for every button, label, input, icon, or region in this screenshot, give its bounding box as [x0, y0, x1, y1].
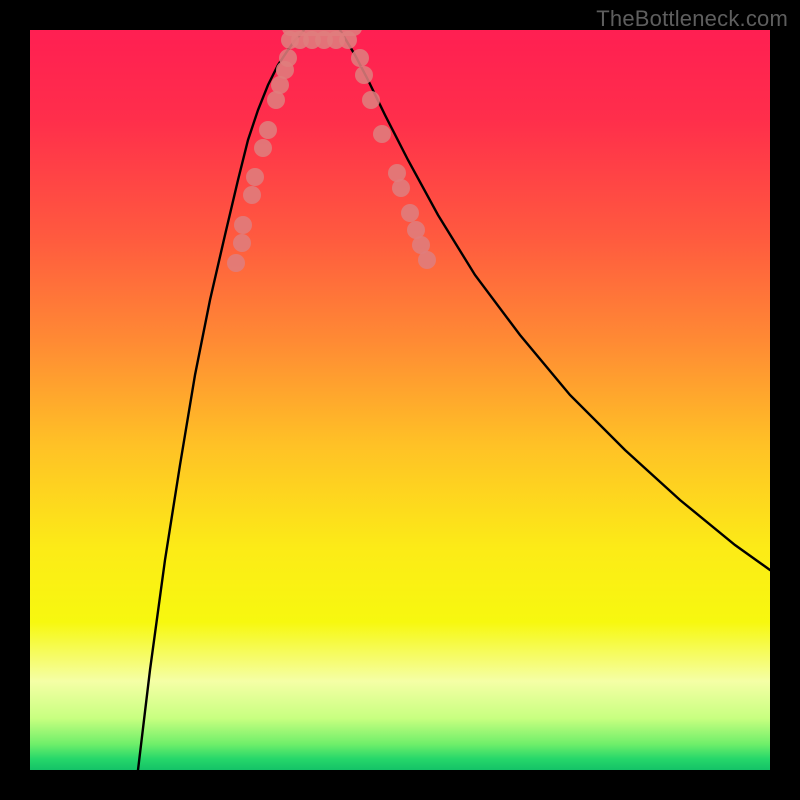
curve-path-group	[138, 30, 770, 770]
data-marker	[233, 234, 251, 252]
data-marker	[243, 186, 261, 204]
data-marker	[234, 216, 252, 234]
data-marker	[373, 125, 391, 143]
watermark-text: TheBottleneck.com	[596, 6, 788, 32]
plot-area	[30, 30, 770, 770]
chart-frame: TheBottleneck.com	[0, 0, 800, 800]
valley-rects-group	[282, 30, 362, 36]
data-marker	[254, 139, 272, 157]
data-marker	[227, 254, 245, 272]
data-marker	[362, 91, 380, 109]
data-marker	[392, 179, 410, 197]
data-marker	[351, 49, 369, 67]
data-marker	[401, 204, 419, 222]
valley-flat-marker	[282, 30, 362, 36]
data-marker	[355, 66, 373, 84]
curves-layer	[30, 30, 770, 770]
right-curve	[340, 30, 770, 570]
data-marker	[259, 121, 277, 139]
data-marker	[418, 251, 436, 269]
data-marker	[246, 168, 264, 186]
left-curve	[138, 30, 304, 770]
data-marker	[279, 49, 297, 67]
